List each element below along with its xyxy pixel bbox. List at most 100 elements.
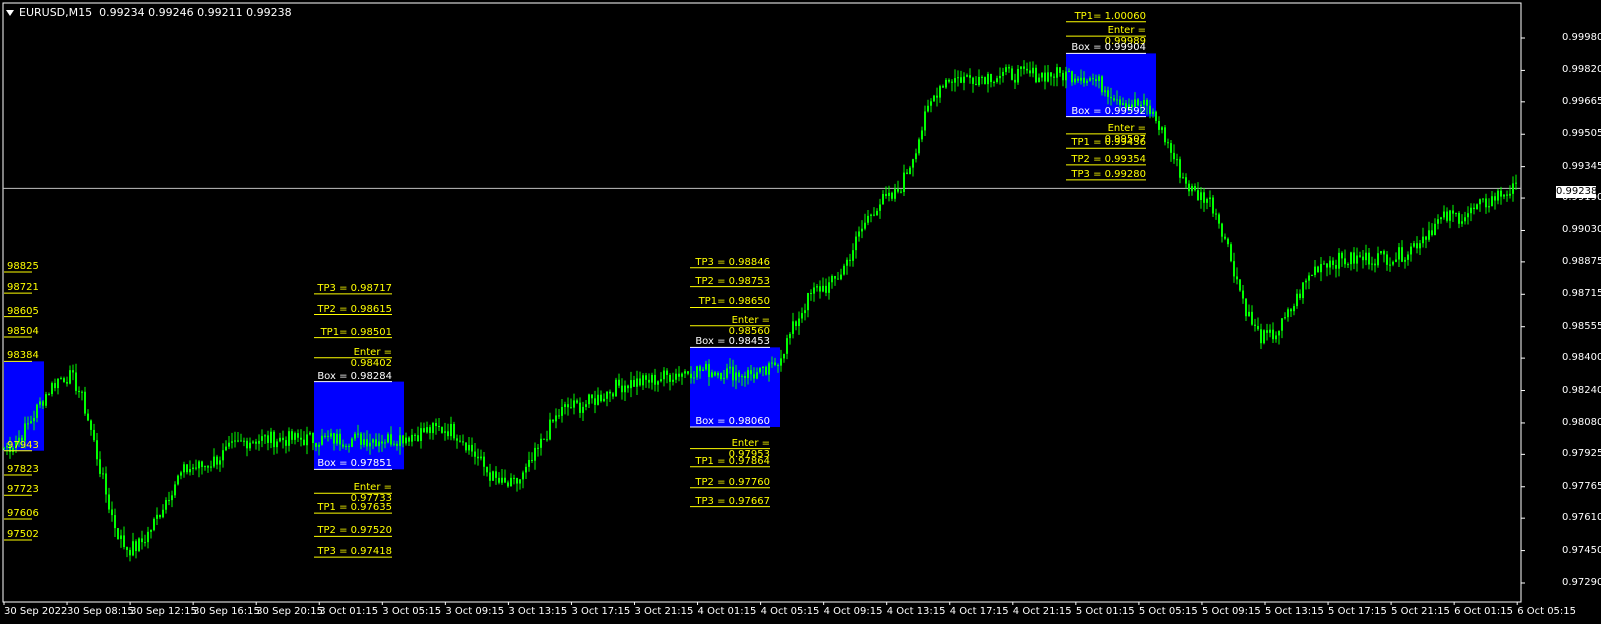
candle-body <box>504 477 506 483</box>
candle-body <box>1368 252 1370 265</box>
candle-body <box>1218 214 1220 224</box>
candle-body <box>351 438 353 447</box>
candle-body <box>564 404 566 407</box>
chart-window[interactable]: EURUSD,M15 0.99234 0.99246 0.99211 0.992… <box>0 0 1601 624</box>
candle-body <box>1257 325 1259 330</box>
candle-body <box>78 390 80 393</box>
candle-body <box>726 368 728 378</box>
candle-body <box>771 362 773 364</box>
candle-body <box>258 440 260 444</box>
candle-body <box>411 434 413 442</box>
x-tick-label: 4 Oct 01:15 <box>697 606 757 617</box>
candle-body <box>1149 105 1151 114</box>
candle-body <box>1083 77 1085 83</box>
candle-body <box>1371 263 1373 265</box>
candle-body <box>768 363 770 375</box>
candle-body <box>1434 223 1436 236</box>
candle-body <box>1395 259 1397 262</box>
left-level-label: 97502 <box>7 529 39 541</box>
candle-body <box>468 444 470 451</box>
candle-body <box>1023 66 1025 69</box>
candle-body <box>588 394 590 405</box>
candle-body <box>684 371 686 374</box>
candle-body <box>801 313 803 319</box>
candle-body <box>156 514 158 519</box>
candle-body <box>63 378 65 383</box>
candle-body <box>48 394 50 396</box>
candle-body <box>792 321 794 334</box>
candle-body <box>948 79 950 82</box>
candle-body <box>750 370 752 375</box>
setup-box <box>314 381 404 470</box>
candle-body <box>1440 217 1442 220</box>
candle-body <box>891 192 893 199</box>
candle-body <box>192 467 194 470</box>
candle-body <box>672 379 674 382</box>
candle-body <box>699 366 701 371</box>
candle-body <box>720 373 722 380</box>
candle-body <box>1065 71 1067 81</box>
candle-body <box>465 442 467 451</box>
candle-body <box>117 528 119 539</box>
candle-body <box>912 159 914 168</box>
candle-body <box>270 431 272 443</box>
candle-body <box>1158 120 1160 130</box>
candle-body <box>882 193 884 205</box>
x-tick-label: 5 Oct 05:15 <box>1138 606 1198 617</box>
candle-body <box>969 75 971 78</box>
candle-body <box>216 456 218 465</box>
candle-body <box>33 417 35 422</box>
candle-body <box>1086 80 1088 83</box>
candle-body <box>54 383 56 389</box>
candle-body <box>651 374 653 383</box>
level-label: TP2 = 0.98753 <box>695 275 770 287</box>
candle-body <box>1365 252 1367 261</box>
candle-body <box>1239 279 1241 291</box>
candle-body <box>1122 103 1124 105</box>
candle-body <box>585 404 587 407</box>
candle-body <box>1098 76 1100 82</box>
candle-body <box>1275 335 1277 340</box>
candle-body <box>528 459 530 467</box>
candle-body <box>1506 194 1508 196</box>
candle-body <box>327 435 329 437</box>
candle-body <box>1173 152 1175 160</box>
candle-body <box>540 438 542 448</box>
candle-body <box>1074 78 1076 83</box>
candle-body <box>231 441 233 443</box>
level-label: TP1 = 0.97635 <box>317 502 392 514</box>
y-tick-label: 0.98715 <box>1562 288 1601 300</box>
level-label: Enter = 0.97733 <box>350 482 392 505</box>
candle-body <box>1194 186 1196 191</box>
candle-body <box>759 368 761 373</box>
candle-body <box>765 366 767 375</box>
candle-body <box>1356 255 1358 264</box>
candle-body <box>147 531 149 543</box>
candle-body <box>195 467 197 469</box>
candle-body <box>1143 99 1145 105</box>
box-level-label: Box = 0.99592 <box>1071 105 1146 117</box>
candle-body <box>345 445 347 447</box>
box-level-label: Box = 0.98060 <box>695 415 770 427</box>
x-tick-label: 4 Oct 17:15 <box>949 606 1009 617</box>
candle-body <box>3 447 5 449</box>
candle-body <box>582 406 584 413</box>
candle-body <box>657 381 659 385</box>
candle-body <box>531 459 533 461</box>
candle-body <box>1038 77 1040 83</box>
candle-body <box>288 431 290 446</box>
candle-body <box>1479 199 1481 205</box>
candle-body <box>594 398 596 405</box>
candle-body <box>729 366 731 369</box>
candle-body <box>495 471 497 478</box>
price-chart[interactable] <box>0 0 1601 624</box>
candle-body <box>963 76 965 83</box>
left-level-label: 98504 <box>7 326 39 338</box>
candle-body <box>561 406 563 416</box>
dropdown-triangle-icon[interactable] <box>6 10 14 16</box>
candle-body <box>450 423 452 437</box>
candle-body <box>318 444 320 447</box>
candle-body <box>1476 204 1478 210</box>
candle-body <box>681 373 683 377</box>
candle-body <box>1443 211 1445 218</box>
